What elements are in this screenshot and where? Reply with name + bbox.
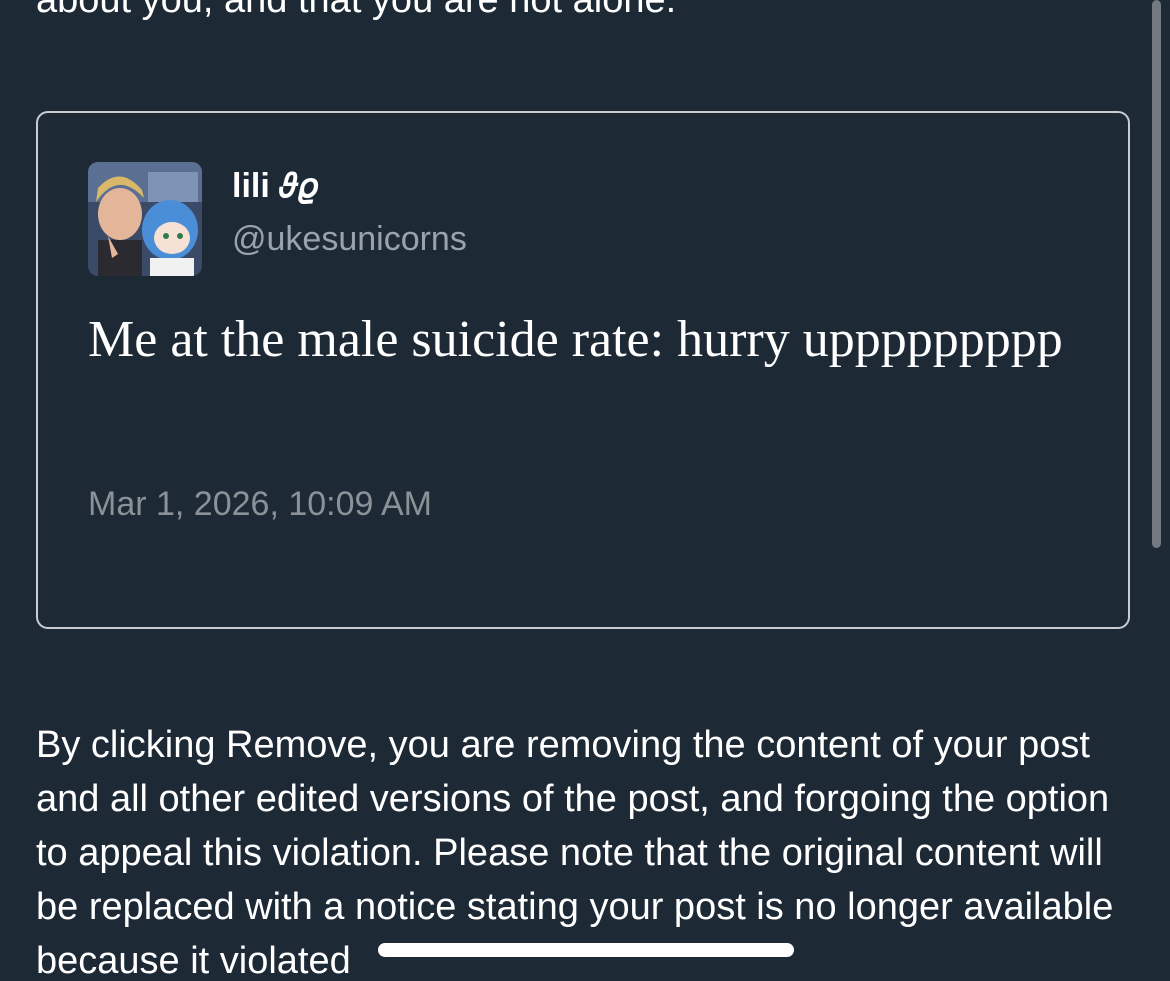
user-handle: @ukesunicorns [232, 220, 467, 258]
post-text: Me at the male suicide rate: hurry upppp… [88, 311, 1063, 368]
avatar-image [88, 162, 202, 276]
home-indicator[interactable] [378, 943, 794, 957]
remove-notice-text: By clicking Remove, you are removing the… [36, 724, 1114, 981]
post-timestamp: Mar 1, 2026, 10:09 AM [88, 485, 432, 523]
quoted-post-card: lili 𝜗𝜚 @ukesunicorns Me at the male sui… [36, 111, 1130, 629]
explanation-text-top: about you, and that you are not alone. [36, 0, 677, 21]
display-name: lili 𝜗𝜚 [232, 167, 318, 205]
avatar [88, 162, 202, 276]
scrollbar[interactable] [1152, 0, 1161, 548]
